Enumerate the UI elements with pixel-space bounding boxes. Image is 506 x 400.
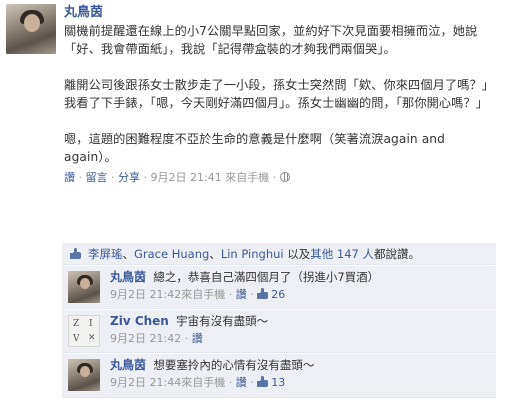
likes-summary: 李屏瑤、Grace Huang、Lin Pinghui 以及其他 147 人都說…: [62, 243, 496, 265]
author-name[interactable]: 丸鳥茵: [64, 4, 500, 22]
comment-meta: 9月2日 21:42來自手機 · 讚 · 26: [110, 288, 286, 301]
post-paragraph: 離開公司後跟孫女士散步走了一小段，孫女士突然問「欸、你來四個月了嗎？」我看了下手…: [64, 78, 495, 110]
comment-like-link[interactable]: 讚: [192, 332, 203, 345]
post-paragraph: 關機前提醒還在線上的小7公關早點回家，並約好下次見面要相擁而泣，她說「好、我會帶…: [64, 24, 478, 56]
like-link[interactable]: 讚: [64, 171, 75, 184]
comment-like-count[interactable]: 13: [257, 376, 285, 389]
comment-timestamp[interactable]: 9月2日 21:44: [110, 376, 181, 389]
commenter-name[interactable]: Ziv Chen: [110, 314, 169, 328]
comment-meta: 9月2日 21:42 · 讚: [110, 332, 203, 345]
comment-item: 丸鳥茵 想要塞拎內的心情有沒有盡頭～ 9月2日 21:44來自手機 · 讚 · …: [62, 354, 496, 398]
comment-link[interactable]: 留言: [86, 171, 108, 184]
liker-name[interactable]: Grace Huang: [134, 247, 209, 261]
thumbs-up-icon: [70, 248, 82, 260]
globe-icon[interactable]: [279, 172, 290, 182]
commenter-avatar[interactable]: ZI V ✕: [68, 315, 100, 347]
comment-like-link[interactable]: 讚: [236, 288, 247, 301]
thumbs-up-icon: [257, 288, 269, 300]
comment-text: 想要塞拎內的心情有沒有盡頭～: [153, 358, 315, 372]
comment-like-link[interactable]: 讚: [236, 376, 247, 389]
comment-timestamp[interactable]: 9月2日 21:42: [110, 332, 181, 345]
post-via[interactable]: 來自手機: [225, 171, 269, 184]
commenter-avatar[interactable]: [68, 271, 100, 303]
commenter-name[interactable]: 丸鳥茵: [110, 358, 146, 372]
thumbs-up-icon: [257, 376, 269, 388]
liker-name[interactable]: Lin Pinghui: [221, 247, 284, 261]
comment-via[interactable]: 來自手機: [181, 288, 225, 301]
comment-via[interactable]: 來自手機: [181, 376, 225, 389]
others-likes-link[interactable]: 其他 147 人: [310, 247, 374, 261]
post-text: 關機前提醒還在線上的小7公關早點回家，並約好下次見面要相擁而泣，她說「好、我會帶…: [64, 22, 500, 166]
comment-like-count[interactable]: 26: [257, 288, 285, 301]
liker-name[interactable]: 李屏瑤: [88, 247, 123, 261]
author-avatar[interactable]: [6, 4, 56, 54]
comment-text: 總之，恭喜自己滿四個月了（拐進小7買酒）: [153, 270, 380, 284]
post-timestamp[interactable]: 9月2日 21:41: [151, 171, 222, 184]
comment-item: 丸鳥茵 總之，恭喜自己滿四個月了（拐進小7買酒） 9月2日 21:42來自手機 …: [62, 266, 496, 309]
commenter-name[interactable]: 丸鳥茵: [110, 270, 146, 284]
comment-meta: 9月2日 21:44來自手機 · 讚 · 13: [110, 376, 286, 389]
share-link[interactable]: 分享: [118, 171, 140, 184]
comment-item: ZI V ✕ Ziv Chen 宇宙有沒有盡頭～ 9月2日 21:42 · 讚: [62, 310, 496, 353]
commenter-avatar[interactable]: [68, 359, 100, 391]
comment-timestamp[interactable]: 9月2日 21:42: [110, 288, 181, 301]
comment-text: 宇宙有沒有盡頭～: [176, 314, 269, 328]
post-meta: 讚 · 留言 · 分享 · 9月2日 21:41 來自手機 ·: [64, 170, 500, 186]
post-paragraph: 嗯，這題的困難程度不亞於生命的意義是什麼啊（笑著流淚again and agai…: [64, 132, 445, 164]
